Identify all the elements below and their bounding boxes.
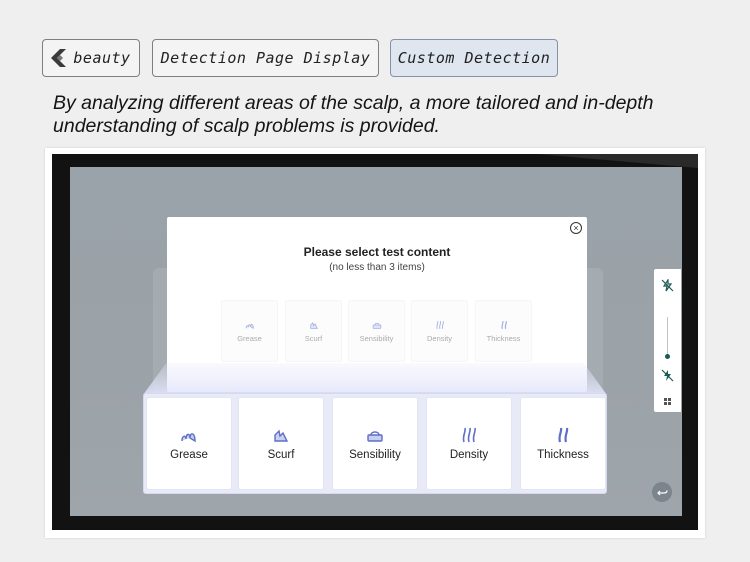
item-card-density[interactable]: Density [426, 397, 512, 490]
custom-detection-tag[interactable]: Custom Detection [390, 39, 558, 77]
test-item-tray: Grease Scurf Sensibility Density Thickne… [143, 393, 607, 494]
item-card-scurf[interactable]: Scurf [238, 397, 324, 490]
ghost-card-scurf: Scurf [285, 300, 342, 362]
item-card-label: Density [449, 448, 489, 461]
brand-tag[interactable]: beauty [42, 39, 140, 77]
zoom-highlight-beam [143, 363, 607, 395]
item-card-label: Scurf [267, 448, 295, 461]
detection-page-tag[interactable]: Detection Page Display [152, 39, 379, 77]
ghost-card-label: Grease [237, 333, 262, 343]
device-gloss [538, 154, 698, 168]
brightness-slider-track[interactable] [667, 317, 668, 357]
custom-detection-tag-label: Custom Detection [397, 49, 551, 67]
item-card-label: Grease [170, 448, 208, 461]
item-card-thickness[interactable]: Thickness [520, 397, 606, 490]
thickness-icon [500, 320, 507, 329]
scurf-icon [309, 321, 318, 329]
ghost-card-thickness: Thickness [475, 300, 532, 362]
item-card-sensibility[interactable]: Sensibility [332, 397, 418, 490]
modal-subtitle: (no less than 3 items) [329, 262, 425, 273]
side-toolbar [654, 269, 681, 412]
item-card-label: Thickness [537, 448, 589, 461]
density-icon [462, 427, 476, 442]
undo-icon [656, 489, 668, 495]
ghost-card-grease: Grease [221, 300, 278, 362]
density-icon [435, 320, 444, 329]
ghost-card-sensibility: Sensibility [348, 300, 405, 362]
grease-icon [181, 432, 196, 442]
brightness-off-icon[interactable] [661, 369, 674, 382]
brightness-slider-thumb[interactable] [665, 354, 670, 359]
scurf-icon [274, 429, 289, 442]
close-icon[interactable]: × [570, 222, 582, 234]
ghost-card-density: Density [411, 300, 468, 362]
sensibility-icon [367, 430, 383, 442]
detection-page-tag-label: Detection Page Display [160, 49, 371, 67]
ghost-card-label: Density [426, 333, 452, 343]
modal-title: Please select test content [303, 245, 451, 259]
sensibility-icon [372, 322, 381, 329]
brand-logo-icon [51, 49, 67, 67]
ghost-card-label: Sensibility [359, 333, 394, 343]
grease-icon [245, 323, 254, 329]
brand-tag-label: beauty [73, 49, 131, 67]
item-card-grease[interactable]: Grease [146, 397, 232, 490]
flash-off-icon[interactable] [661, 279, 674, 292]
undo-button[interactable] [652, 482, 672, 502]
description-caption: By analyzing different areas of the scal… [53, 92, 654, 137]
settings-grid-icon[interactable] [661, 395, 674, 408]
item-card-label: Sensibility [349, 448, 401, 461]
ghost-card-label: Thickness [486, 333, 521, 343]
thickness-icon [558, 427, 569, 442]
ghost-card-label: Scurf [304, 333, 323, 343]
